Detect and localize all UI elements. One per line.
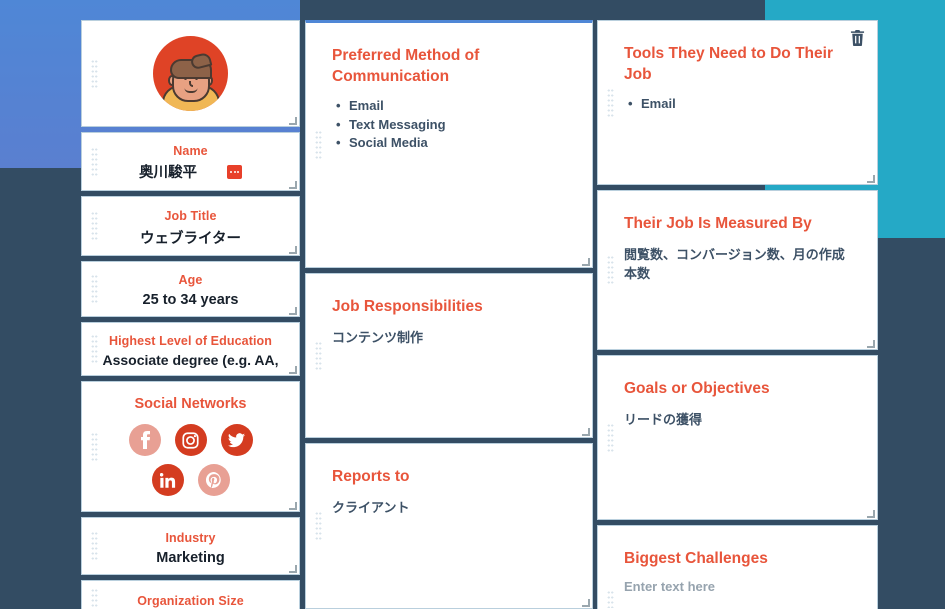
drag-handle-icon[interactable] xyxy=(315,511,322,541)
drag-handle-icon[interactable] xyxy=(607,255,614,285)
avatar xyxy=(153,36,228,111)
card-title: Their Job Is Measured By xyxy=(624,215,812,232)
card-title: Preferred Method of Communication xyxy=(332,47,480,85)
drag-handle-icon[interactable] xyxy=(91,146,98,177)
resize-handle-icon[interactable] xyxy=(867,510,875,518)
drag-handle-icon[interactable] xyxy=(91,274,98,304)
resize-handle-icon[interactable] xyxy=(582,258,590,266)
drag-handle-icon[interactable] xyxy=(91,58,98,89)
drag-handle-icon[interactable] xyxy=(91,588,98,609)
resize-handle-icon[interactable] xyxy=(289,246,297,254)
persona-board: Name 奥川駿平 Job Title ウェブライター Age 25 to 34… xyxy=(0,0,945,609)
list-item: Email xyxy=(628,95,851,114)
card-tools-needed[interactable]: Tools They Need to Do Their Job Email xyxy=(597,20,878,185)
drag-handle-icon[interactable] xyxy=(607,422,614,453)
drag-handle-icon[interactable] xyxy=(315,130,322,160)
list-item: Social Media xyxy=(336,134,566,153)
list-item: Email xyxy=(336,97,566,116)
instagram-icon[interactable] xyxy=(174,424,207,456)
resize-handle-icon[interactable] xyxy=(289,565,297,573)
card-text: リードの獲得 xyxy=(624,412,703,427)
card-reports-to[interactable]: Reports to クライアント xyxy=(305,443,593,609)
trash-icon[interactable] xyxy=(850,30,865,46)
right-column: Tools They Need to Do Their Job Email Th… xyxy=(597,20,878,609)
field-label: Name xyxy=(173,144,208,158)
field-card-age[interactable]: Age 25 to 34 years xyxy=(81,261,300,317)
drag-handle-icon[interactable] xyxy=(607,87,614,118)
resize-handle-icon[interactable] xyxy=(867,340,875,348)
drag-handle-icon[interactable] xyxy=(91,531,98,561)
facebook-icon[interactable] xyxy=(128,424,161,456)
card-title: Biggest Challenges xyxy=(624,550,768,567)
drag-handle-icon[interactable] xyxy=(91,334,98,364)
avatar-card[interactable] xyxy=(81,20,300,127)
card-goals-objectives[interactable]: Goals or Objectives リードの獲得 xyxy=(597,355,878,520)
drag-handle-icon[interactable] xyxy=(91,431,98,462)
middle-column: Preferred Method of Communication Email … xyxy=(305,20,593,609)
field-card-name[interactable]: Name 奥川駿平 xyxy=(81,132,300,191)
resize-handle-icon[interactable] xyxy=(582,428,590,436)
resize-handle-icon[interactable] xyxy=(867,175,875,183)
field-label: Organization Size xyxy=(137,594,244,608)
resize-handle-icon[interactable] xyxy=(289,502,297,510)
field-value: Marketing xyxy=(156,550,225,566)
field-label: Age xyxy=(178,273,203,287)
options-badge[interactable] xyxy=(227,164,242,179)
drag-handle-icon[interactable] xyxy=(315,340,322,371)
field-label: Highest Level of Education xyxy=(108,334,273,348)
resize-handle-icon[interactable] xyxy=(582,599,590,607)
card-title: Tools They Need to Do Their Job xyxy=(624,45,833,83)
social-row-top xyxy=(82,424,299,456)
card-text: クライアント xyxy=(332,500,410,515)
card-title: Reports to xyxy=(332,468,410,485)
social-networks-title: Social Networks xyxy=(134,396,247,412)
card-text-placeholder[interactable]: Enter text here xyxy=(624,579,851,594)
field-card-job-title[interactable]: Job Title ウェブライター xyxy=(81,196,300,256)
card-job-responsibilities[interactable]: Job Responsibilities コンテンツ制作 xyxy=(305,273,593,438)
field-label: Job Title xyxy=(164,209,217,223)
field-card-organization-size[interactable]: Organization Size xyxy=(81,580,300,609)
drag-handle-icon[interactable] xyxy=(91,211,98,241)
card-list: Email xyxy=(624,95,851,114)
social-row-bottom xyxy=(82,464,299,496)
drag-handle-icon[interactable] xyxy=(607,590,614,608)
linkedin-icon[interactable] xyxy=(151,464,184,496)
resize-handle-icon[interactable] xyxy=(289,117,297,125)
social-networks-card[interactable]: Social Networks xyxy=(81,381,300,512)
card-text: コンテンツ制作 xyxy=(332,330,424,345)
field-value: Associate degree (e.g. AA, xyxy=(102,352,279,368)
field-value: ウェブライター xyxy=(140,231,241,247)
resize-handle-icon[interactable] xyxy=(289,181,297,189)
card-text: 閲覧数、コンバージョン数、月の作成本数 xyxy=(624,247,845,281)
sidebar-column: Name 奥川駿平 Job Title ウェブライター Age 25 to 34… xyxy=(81,20,300,609)
card-title: Job Responsibilities xyxy=(332,298,483,315)
field-value: 25 to 34 years xyxy=(142,292,239,308)
field-value: 奥川駿平 xyxy=(139,165,197,181)
card-preferred-communication[interactable]: Preferred Method of Communication Email … xyxy=(305,20,593,268)
card-job-measured-by[interactable]: Their Job Is Measured By 閲覧数、コンバージョン数、月の… xyxy=(597,190,878,350)
card-biggest-challenges[interactable]: Biggest Challenges Enter text here xyxy=(597,525,878,609)
field-label: Industry xyxy=(165,531,216,545)
field-card-industry[interactable]: Industry Marketing xyxy=(81,517,300,575)
resize-handle-icon[interactable] xyxy=(289,307,297,315)
field-card-education[interactable]: Highest Level of Education Associate deg… xyxy=(81,322,300,376)
resize-handle-icon[interactable] xyxy=(289,366,297,374)
twitter-icon[interactable] xyxy=(220,424,253,456)
list-item: Text Messaging xyxy=(336,116,566,135)
card-title: Goals or Objectives xyxy=(624,380,770,397)
card-list: Email Text Messaging Social Media xyxy=(332,97,566,153)
pinterest-icon[interactable] xyxy=(197,464,230,496)
